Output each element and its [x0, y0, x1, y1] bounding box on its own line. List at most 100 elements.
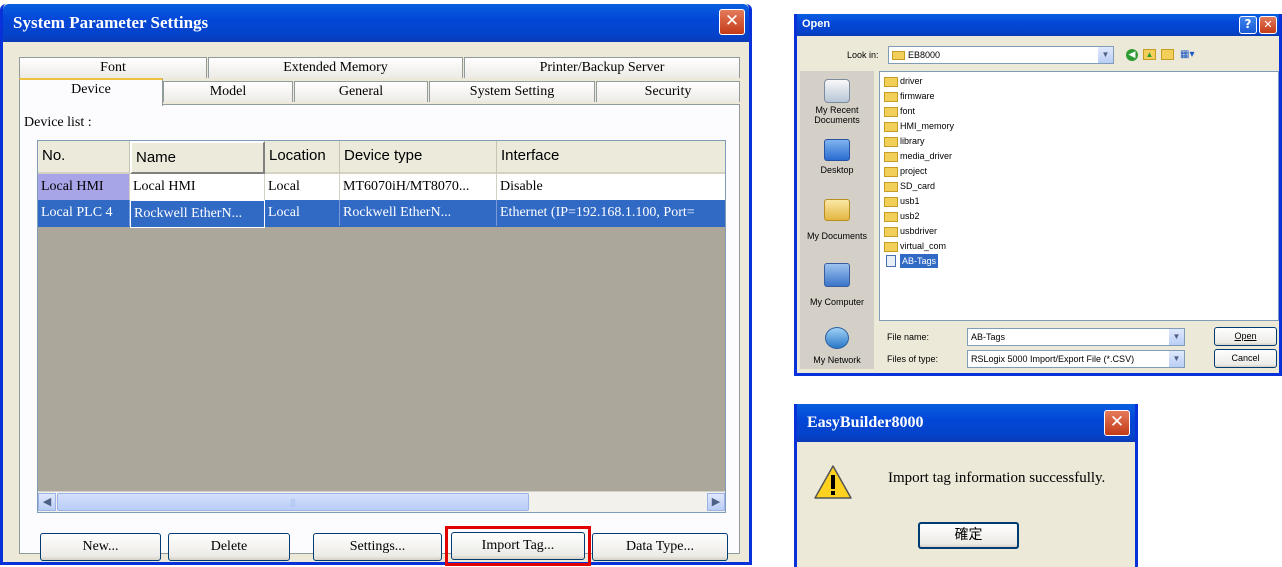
- folder-icon: [884, 152, 898, 162]
- my-recent-documents-place[interactable]: My Recent Documents: [800, 79, 874, 131]
- place-label: My Documents: [806, 231, 868, 241]
- close-icon: ✕: [724, 11, 740, 31]
- column-header-device-type[interactable]: Device type: [340, 141, 497, 174]
- open-button[interactable]: Open: [1214, 327, 1277, 346]
- folder-name: usb2: [900, 211, 920, 221]
- folder-icon: [884, 77, 898, 87]
- column-header-name[interactable]: Name: [130, 141, 265, 174]
- open-dialog: Open ? ✕ Look in: EB8000 ▼ ◀ ▲ ▦▾ My Rec…: [794, 14, 1282, 376]
- column-header-location[interactable]: Location: [265, 141, 340, 174]
- folder-icon: [884, 242, 898, 252]
- tab-font[interactable]: Font: [19, 57, 207, 78]
- title-bar[interactable]: System Parameter Settings ✕: [3, 4, 749, 42]
- tab-system-setting[interactable]: System Setting: [429, 81, 595, 102]
- warning-icon: [814, 465, 852, 499]
- ok-button[interactable]: 確定: [918, 522, 1019, 549]
- folder-icon: [884, 182, 898, 192]
- cell-device-type: MT6070iH/MT8070...: [340, 174, 497, 200]
- folder-name: usbdriver: [900, 226, 938, 236]
- look-in-value: EB8000: [908, 50, 941, 60]
- table-row[interactable]: Local PLC 4 Rockwell EtherN... Local Roc…: [38, 200, 725, 228]
- cell-interface: Disable: [500, 179, 543, 194]
- recent-documents-icon: [824, 79, 850, 103]
- folder-icon: [884, 197, 898, 207]
- files-of-type-label: Files of type:: [887, 354, 939, 364]
- chevron-right-icon: ▶: [711, 496, 721, 508]
- delete-button[interactable]: Delete: [168, 533, 290, 561]
- up-folder-icon[interactable]: ▲: [1143, 49, 1156, 60]
- dialog-title: EasyBuilder8000: [807, 414, 924, 431]
- new-button[interactable]: New...: [40, 533, 161, 561]
- dialog-title: Open: [802, 18, 831, 30]
- scroll-thumb[interactable]: |||: [57, 493, 529, 511]
- new-folder-icon[interactable]: [1161, 49, 1174, 60]
- folder-icon: [884, 137, 898, 147]
- tab-general[interactable]: General: [294, 81, 428, 102]
- dropdown-button[interactable]: ▼: [1169, 329, 1184, 345]
- scroll-left-button[interactable]: ◀: [38, 493, 56, 511]
- cell-device-type: Rockwell EtherN...: [340, 200, 497, 226]
- chevron-down-icon: ▼: [1172, 354, 1181, 363]
- tab-device[interactable]: Device: [19, 78, 163, 106]
- title-bar[interactable]: EasyBuilder8000 ✕: [797, 404, 1135, 442]
- tab-model[interactable]: Model: [163, 81, 293, 102]
- device-list-label: Device list :: [24, 115, 92, 130]
- close-button[interactable]: ✕: [1259, 16, 1277, 34]
- column-header-no[interactable]: No.: [38, 141, 130, 174]
- message-text: Import tag information successfully.: [888, 470, 1106, 486]
- horizontal-scrollbar[interactable]: ◀ ||| ▶: [38, 491, 725, 512]
- cell-name: Rockwell EtherN...: [130, 200, 265, 228]
- csv-file-icon: [886, 255, 896, 267]
- cell-location: Local: [265, 174, 340, 200]
- import-tag-button[interactable]: Import Tag...: [451, 532, 585, 560]
- folder-name: project: [900, 166, 928, 176]
- tab-printer-backup-server[interactable]: Printer/Backup Server: [464, 57, 740, 78]
- title-bar[interactable]: Open ? ✕: [797, 14, 1279, 36]
- folder-name: media_driver: [900, 151, 953, 161]
- dropdown-button[interactable]: ▼: [1169, 351, 1184, 367]
- tab-extended-memory[interactable]: Extended Memory: [208, 57, 463, 78]
- my-computer-place[interactable]: My Computer: [800, 263, 874, 315]
- back-icon[interactable]: ◀: [1126, 49, 1138, 61]
- help-button[interactable]: ?: [1239, 16, 1257, 34]
- look-in-select[interactable]: EB8000 ▼: [888, 46, 1114, 64]
- my-documents-icon: [824, 199, 850, 221]
- file-name-input[interactable]: AB-Tags ▼: [967, 328, 1185, 346]
- folder-name: HMI_memory: [900, 121, 955, 131]
- close-button[interactable]: ✕: [1104, 410, 1130, 436]
- dropdown-button[interactable]: ▼: [1098, 47, 1113, 63]
- close-button[interactable]: ✕: [719, 9, 745, 35]
- desktop-place[interactable]: Desktop: [800, 139, 874, 183]
- my-network-place[interactable]: My Network: [800, 327, 874, 369]
- folder-icon: [884, 92, 898, 102]
- places-bar: My Recent Documents Desktop My Documents…: [800, 71, 874, 369]
- file-name-label: File name:: [887, 332, 930, 342]
- folder-name: library: [900, 136, 925, 146]
- cell-no: Local PLC 4: [38, 200, 130, 226]
- table-row[interactable]: Local HMI Local HMI Local MT6070iH/MT807…: [38, 174, 725, 200]
- folder-name: usb1: [900, 196, 920, 206]
- folder-name: firmware: [900, 91, 935, 101]
- tab-security[interactable]: Security: [596, 81, 740, 102]
- file-list[interactable]: driver firmware font HMI_memory library …: [879, 71, 1279, 321]
- my-documents-place[interactable]: My Documents: [800, 199, 874, 251]
- data-type-button[interactable]: Data Type...: [592, 533, 728, 561]
- column-header-interface[interactable]: Interface: [497, 141, 725, 174]
- file-name-value: AB-Tags: [971, 332, 1006, 342]
- folder-name: virtual_com: [900, 241, 947, 251]
- files-of-type-select[interactable]: RSLogix 5000 Import/Export File (*.CSV) …: [967, 350, 1185, 368]
- folder-name: font: [900, 106, 916, 116]
- cancel-button[interactable]: Cancel: [1214, 349, 1277, 368]
- close-icon: ✕: [1109, 412, 1125, 432]
- files-of-type-value: RSLogix 5000 Import/Export File (*.CSV): [971, 354, 1135, 364]
- folder-icon: [884, 122, 898, 132]
- question-icon: ?: [1244, 17, 1252, 31]
- look-in-label: Look in:: [847, 50, 879, 60]
- device-panel: Device list : No. Name Location Device t…: [19, 104, 740, 566]
- device-list-grid[interactable]: No. Name Location Device type Interface …: [37, 140, 726, 513]
- settings-button[interactable]: Settings...: [313, 533, 442, 561]
- view-menu-icon[interactable]: ▦▾: [1180, 48, 1198, 61]
- open-button-label: Open: [1234, 331, 1257, 341]
- folder-icon: [884, 227, 898, 237]
- scroll-right-button[interactable]: ▶: [707, 493, 725, 511]
